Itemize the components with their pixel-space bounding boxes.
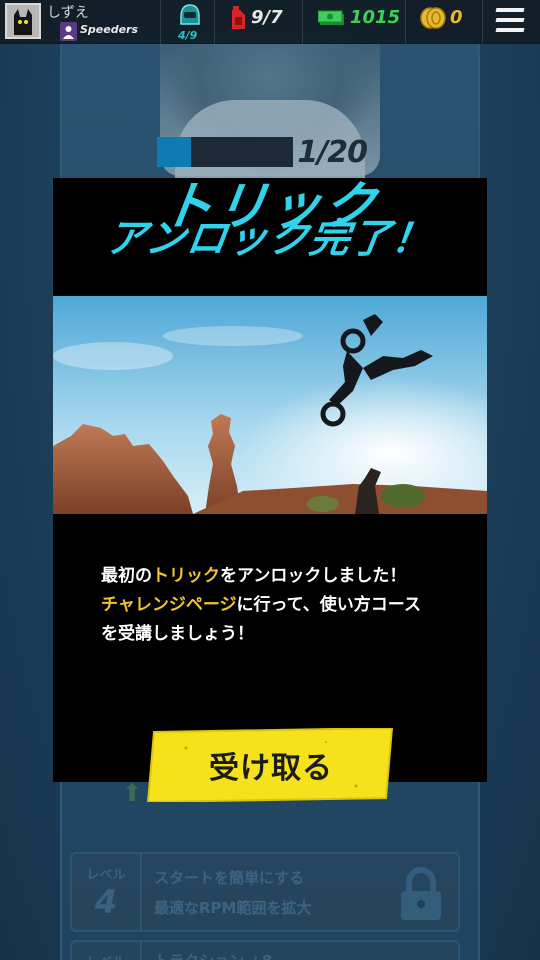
upgrade-card[interactable]: レベル トラクション +8 [70, 940, 460, 960]
cash-icon [318, 10, 344, 25]
menu-bar [495, 28, 525, 32]
fuel-count[interactable]: 9/7 [251, 7, 283, 28]
top-hud: しずえ Speeders 4/9 9/7 1015 0 [0, 0, 540, 44]
motocross-trick-image [53, 296, 487, 514]
cash-count[interactable]: 1015 [350, 7, 400, 28]
upgrade-card[interactable]: レベル 4 スタートを簡単にする 最適なRPM範囲を拡大 [70, 852, 460, 932]
level-box: レベル 4 [72, 854, 142, 930]
divider [160, 0, 161, 44]
dialog-message: 最初のトリックをアンロックしました！ チャレンジページに行って、使い方コースを受… [101, 562, 431, 649]
card-line-1: トラクション +8 [154, 950, 446, 960]
message-text: 最初の [101, 566, 152, 586]
level-label: レベル [86, 867, 126, 883]
divider [214, 0, 215, 44]
progress-track [157, 137, 294, 167]
trick-progress: 1/20 [157, 135, 368, 170]
team-name[interactable]: Speeders [80, 23, 138, 36]
receive-button-label: 受け取る [209, 751, 333, 786]
padlock-icon [401, 867, 441, 920]
coin-count[interactable]: 0 [450, 7, 463, 28]
hamburger-menu-button[interactable] [495, 8, 525, 32]
coin-icon [420, 7, 446, 29]
dialog-title-line-2: アンロック完了！ [103, 216, 436, 262]
team-badge-icon [60, 22, 77, 41]
menu-bar [495, 18, 525, 22]
dirt-bike-jump-illustration [53, 296, 487, 514]
cat-avatar-icon [7, 5, 39, 37]
trick-unlocked-dialog: トリック アンロック完了！ 最初のトリックをアンロックしました！ チャレンジペー… [53, 177, 487, 782]
challenge-page-highlight: チャレンジページ [101, 595, 237, 615]
black-cat-avatar[interactable] [5, 3, 41, 39]
divider [482, 0, 483, 44]
progress-fill [157, 137, 192, 167]
helmet-count: 4/9 [178, 29, 198, 42]
level-label: レベル [86, 951, 125, 960]
divider [405, 0, 406, 44]
trick-highlight: トリック [152, 566, 220, 586]
player-name[interactable]: しずえ [47, 2, 89, 22]
receive-button[interactable]: 受け取る [146, 726, 396, 804]
up-arrow-icon: ⬆ [122, 779, 143, 807]
divider [302, 0, 303, 44]
helmet-icon [180, 4, 200, 25]
message-text: をアンロックしました！ [220, 566, 407, 586]
level-number: 4 [94, 882, 118, 921]
fuel-can-icon [232, 6, 245, 29]
menu-bar [495, 8, 525, 12]
level-box: レベル [72, 942, 142, 960]
card-text: トラクション +8 [142, 942, 458, 960]
